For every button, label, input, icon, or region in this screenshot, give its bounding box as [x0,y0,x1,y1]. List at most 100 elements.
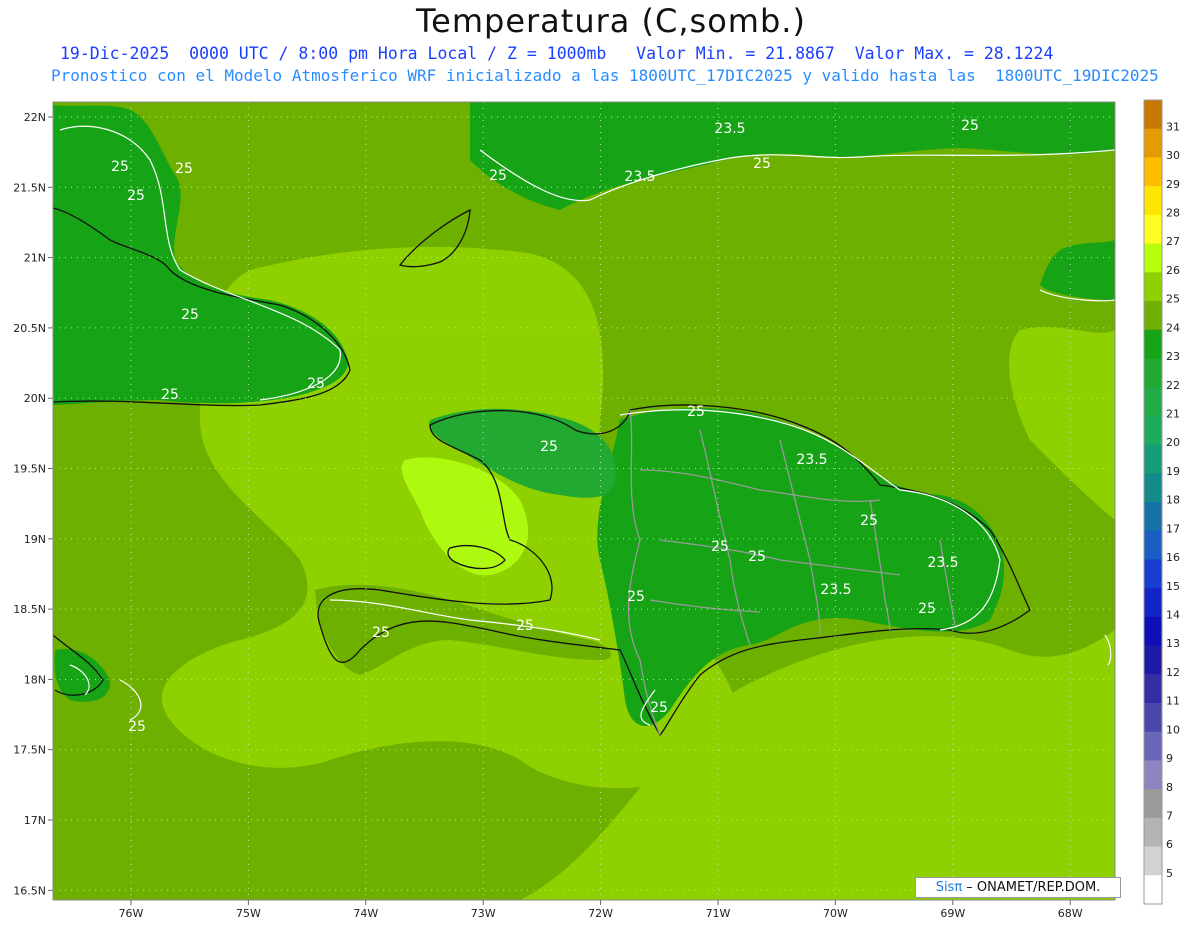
lat-label: 20.5N [13,322,46,335]
contour-label: 25 [516,618,534,634]
colorbar-label: 16 [1166,551,1180,564]
contour-label: 23.5 [624,169,655,185]
colorbar-label: 10 [1166,723,1180,736]
colorbar-label: 15 [1166,580,1180,593]
colorbar-label: 22 [1166,379,1180,392]
contour-label: 25 [918,601,936,617]
contour-label: 25 [181,307,199,323]
lat-label: 18N [24,673,46,686]
colorbar-swatch [1144,616,1162,646]
colorbar-swatch [1144,817,1162,847]
colorbar-swatch [1144,415,1162,445]
contour-label: 25 [650,700,668,716]
contour-label: 25 [307,376,325,392]
colorbar-swatch [1144,186,1162,216]
colorbar-label: 9 [1166,752,1173,765]
contour-label: 25 [748,549,766,565]
colorbar-swatch [1144,444,1162,474]
lat-labels: 22N 21.5N 21N 20.5N 20N 19.5N 19N 18.5N 18N 17.5N… [13,111,46,897]
colorbar-label: 8 [1166,781,1173,794]
colorbar-swatch [1144,214,1162,244]
contour-label: 25 [627,589,645,605]
colorbar-label: 20 [1166,436,1180,449]
contour-label: 25 [127,188,145,204]
lat-label: 21N [24,252,46,265]
credit-text: – ONAMET/REP.DOM. [962,880,1101,895]
contour-label: 25 [175,161,193,177]
colorbar-swatch [1144,243,1162,273]
colorbar-swatch [1144,301,1162,331]
lat-label: 18.5N [13,603,46,616]
colorbar-swatch [1144,387,1162,417]
colorbar-swatch [1144,703,1162,733]
lat-label: 16.5N [13,884,46,897]
contour-label: 25 [372,625,390,641]
colorbar-label: 19 [1166,465,1180,478]
lat-label: 17N [24,814,46,827]
colorbar-label: 29 [1166,178,1180,191]
contour-label: 25 [753,156,771,172]
sispi-logo-text: Sisπ [935,880,963,895]
colorbar-label: 7 [1166,810,1173,823]
colorbar-label: 31 [1166,120,1180,133]
lon-label: 72W [588,907,613,920]
colorbar-label: 12 [1166,666,1180,679]
colorbar-swatch [1144,674,1162,704]
colorbar-label: 28 [1166,207,1180,220]
colorbar-swatch [1144,789,1162,819]
colorbar-swatch [1144,846,1162,876]
contour-label: 25 [111,159,129,175]
map-frame [53,102,1115,900]
colorbar-swatch [1144,329,1162,359]
contour-label: 25 [128,719,146,735]
colorbar-swatch [1144,502,1162,532]
colorbar-swatch [1144,358,1162,388]
lon-labels: 76W 75W 74W 73W 72W 71W 70W 69W 68W [119,907,1083,920]
colorbar-label: 27 [1166,235,1180,248]
lat-label: 22N [24,111,46,124]
colorbar-swatch [1144,128,1162,158]
colorbar-label: 5 [1166,867,1173,880]
colorbar-label: 23 [1166,350,1180,363]
colorbar-label: 18 [1166,494,1180,507]
lon-label: 69W [940,907,965,920]
temperature-map: 22N 21.5N 21N 20.5N 20N 19.5N 19N 18.5N 18N 17.5N… [13,99,1180,920]
colorbar-label: 14 [1166,609,1180,622]
colorbar-label: 30 [1166,149,1180,162]
lon-label: 71W [706,907,731,920]
lat-label: 19N [24,533,46,546]
colorbar-label: 25 [1166,293,1180,306]
colorbar-swatch [1144,731,1162,761]
colorbar-label: 13 [1166,637,1180,650]
colorbar-swatch [1144,157,1162,187]
contour-label: 25 [711,539,729,555]
lat-label: 20N [24,392,46,405]
contour-label: 25 [161,387,179,403]
colorbar-swatch [1144,645,1162,675]
lon-label: 70W [823,907,848,920]
lat-label: 21.5N [13,181,46,194]
contour-label: 23.5 [796,452,827,468]
colorbar-label: 21 [1166,408,1180,421]
colorbar-label: 26 [1166,264,1180,277]
colorbar-swatch [1144,760,1162,790]
contour-label: 23.5 [714,121,745,137]
lat-label: 19.5N [13,463,46,476]
colorbar-label: 11 [1166,695,1180,708]
lon-label: 75W [236,907,261,920]
colorbar-swatch [1144,588,1162,618]
colorbar-swatch [1144,875,1162,905]
credit-box: Sisπ – ONAMET/REP.DOM. [915,877,1121,898]
colorbar-swatch [1144,559,1162,589]
colorbar-swatch [1144,272,1162,302]
contour-label: 25 [961,118,979,134]
colorbar-label: 17 [1166,522,1180,535]
contour-label: 25 [687,404,705,420]
colorbar-swatch [1144,473,1162,503]
colorbar: 31 30 29 28 27 26 25 24 23 22 21 20 19 18 17 16 15 14 13 12… [1143,99,1180,905]
colorbar-label: 24 [1166,321,1180,334]
lon-label: 68W [1058,907,1083,920]
lat-label: 17.5N [13,744,46,757]
lon-label: 73W [471,907,496,920]
colorbar-swatch [1144,530,1162,560]
